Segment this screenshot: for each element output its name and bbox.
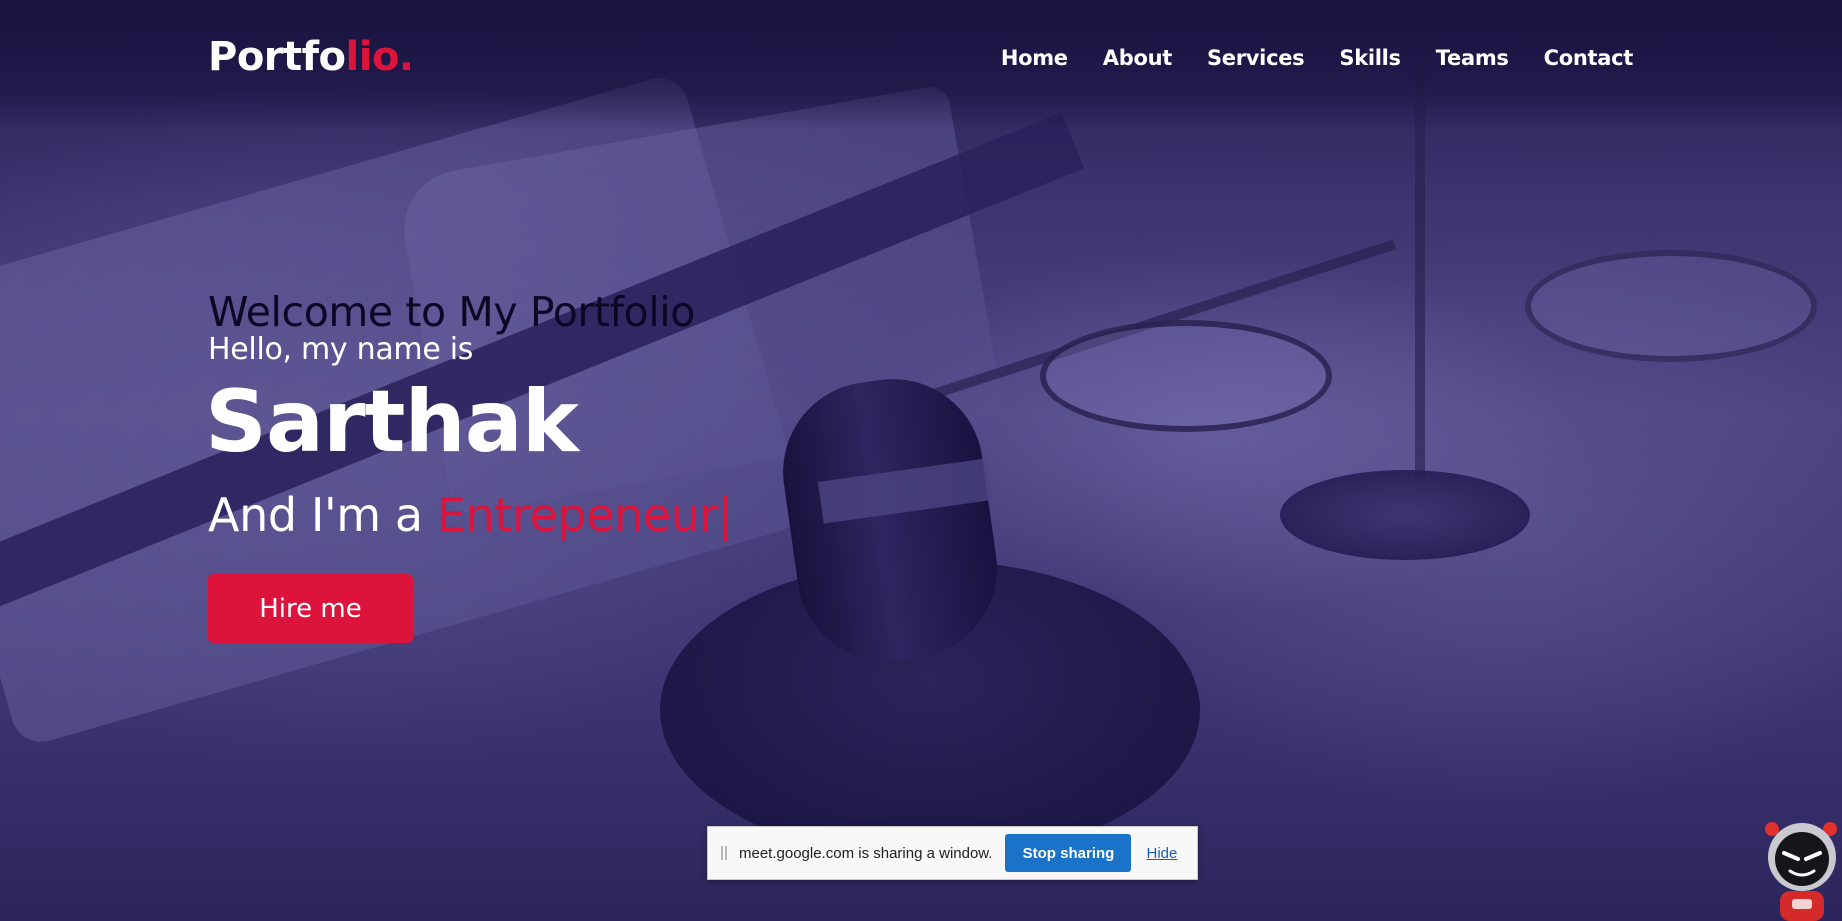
logo-accent-text: lio. — [345, 34, 415, 80]
screen-share-bar: meet.google.com is sharing a window. Sto… — [707, 826, 1198, 880]
navbar: Portfolio. Home About Services Skills Te… — [0, 0, 1842, 120]
nav-link-teams[interactable]: Teams — [1436, 46, 1509, 70]
drag-grip-icon[interactable] — [721, 846, 727, 860]
share-status-text: meet.google.com is sharing a window. — [739, 844, 993, 862]
greeting-text: Hello, my name is — [208, 332, 474, 367]
nav-link-skills[interactable]: Skills — [1339, 46, 1401, 70]
welcome-heading: Welcome to My Portfolio — [208, 288, 695, 336]
nav-links: Home About Services Skills Teams Contact — [1001, 46, 1633, 70]
scale-pan-image — [1525, 250, 1817, 362]
typed-role: Entrepeneur — [436, 488, 718, 542]
role-prefix: And I'm a — [208, 488, 437, 542]
site-logo[interactable]: Portfolio. — [208, 34, 414, 80]
logo-text: Portfo — [208, 34, 346, 80]
nav-link-about[interactable]: About — [1103, 46, 1173, 70]
nav-link-services[interactable]: Services — [1207, 46, 1305, 70]
nav-link-home[interactable]: Home — [1001, 46, 1068, 70]
owner-name: Sarthak — [205, 372, 579, 472]
scale-pan-image — [1040, 320, 1332, 432]
hide-link[interactable]: Hide — [1146, 845, 1177, 862]
typing-cursor: | — [718, 488, 734, 542]
hire-me-button[interactable]: Hire me — [208, 574, 413, 643]
role-line: And I'm a Entrepeneur| — [208, 488, 734, 542]
scale-base-image — [1280, 470, 1530, 560]
nav-link-contact[interactable]: Contact — [1544, 46, 1634, 70]
stop-sharing-button[interactable]: Stop sharing — [1005, 834, 1132, 872]
robot-mascot-icon — [1765, 822, 1837, 921]
robot-mascot-icon[interactable] — [1762, 815, 1842, 921]
